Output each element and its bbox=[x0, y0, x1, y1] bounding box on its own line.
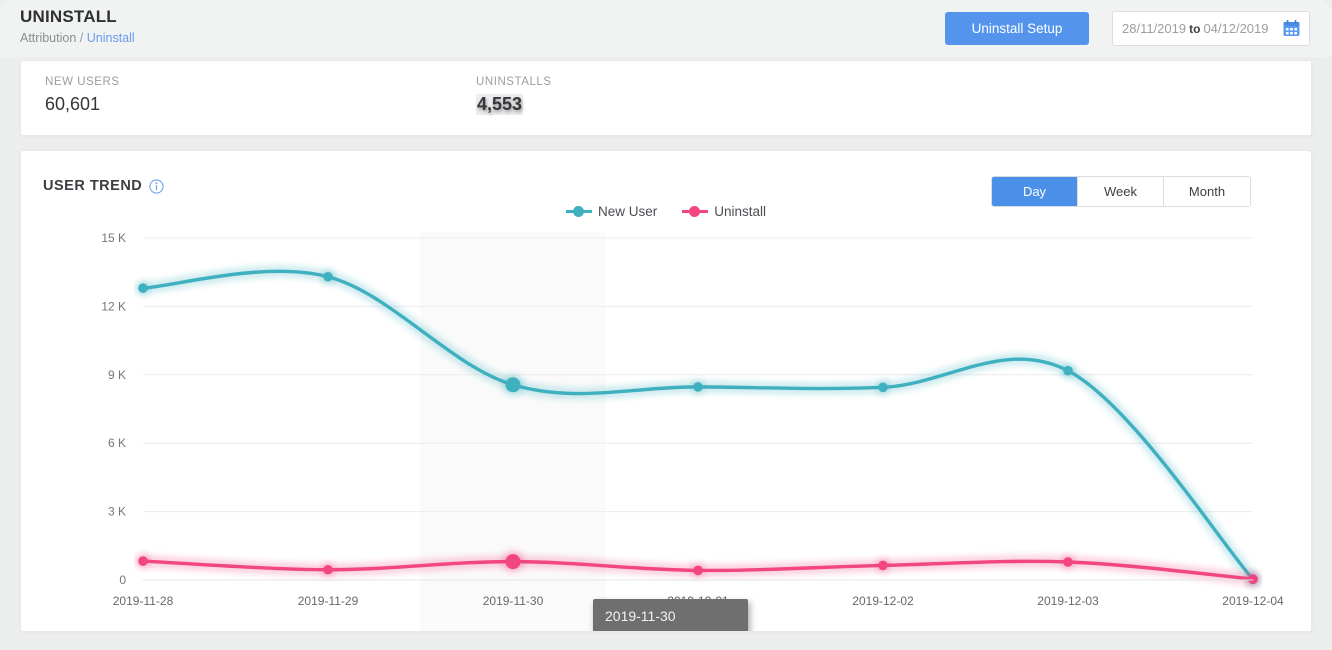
svg-text:12 K: 12 K bbox=[101, 299, 126, 313]
svg-text:2019-11-30: 2019-11-30 bbox=[483, 594, 544, 608]
uninstall-dashboard-page: UNINSTALL Attribution / Uninstall Uninst… bbox=[0, 0, 1332, 650]
tooltip-row-new-user: New User: 8,562 bbox=[605, 628, 736, 631]
breadcrumb: Attribution / Uninstall bbox=[20, 31, 135, 45]
chart-tooltip: 2019-11-30 New User: 8,562 Uninstall: 80… bbox=[593, 599, 748, 631]
chart-svg[interactable]: 0 3 K 6 K 9 K 12 K 15 K 2019-11-28 2019-11-29 20… bbox=[21, 151, 1312, 632]
metric-new-users[interactable]: NEW USERS 60,601 bbox=[45, 76, 120, 115]
calendar-icon[interactable] bbox=[1283, 20, 1300, 37]
svg-text:9 K: 9 K bbox=[108, 368, 126, 382]
metric-uninstalls[interactable]: UNINSTALLS 4,553 bbox=[476, 76, 552, 115]
metric-label: NEW USERS bbox=[45, 76, 120, 88]
breadcrumb-current[interactable]: Uninstall bbox=[87, 31, 135, 45]
svg-text:0: 0 bbox=[119, 573, 126, 587]
svg-text:2019-11-28: 2019-11-28 bbox=[113, 594, 174, 608]
user-trend-card: USER TREND Day Week Month New User Unins bbox=[20, 150, 1312, 632]
metric-label: UNINSTALLS bbox=[476, 76, 552, 88]
tooltip-text-new-user: New User: 8,562 bbox=[622, 628, 729, 631]
summary-card: NEW USERS 60,601 UNINSTALLS 4,553 bbox=[20, 60, 1312, 136]
svg-text:2019-11-29: 2019-11-29 bbox=[298, 594, 359, 608]
date-range-picker[interactable]: 28/11/2019 to 04/12/2019 bbox=[1112, 11, 1310, 46]
breadcrumb-separator: / bbox=[79, 31, 84, 45]
breadcrumb-parent[interactable]: Attribution bbox=[20, 31, 76, 45]
svg-text:2019-12-02: 2019-12-02 bbox=[852, 594, 914, 608]
page-header: UNINSTALL Attribution / Uninstall Uninst… bbox=[0, 0, 1332, 57]
date-range-start: 28/11/2019 bbox=[1122, 21, 1187, 36]
svg-text:6 K: 6 K bbox=[108, 436, 126, 450]
svg-text:2019-12-03: 2019-12-03 bbox=[1037, 594, 1099, 608]
metric-value: 60,601 bbox=[45, 94, 101, 114]
metric-value: 4,553 bbox=[476, 94, 524, 115]
tooltip-date: 2019-11-30 bbox=[605, 608, 676, 624]
header-titles: UNINSTALL Attribution / Uninstall bbox=[20, 7, 135, 45]
page-title: UNINSTALL bbox=[20, 7, 117, 26]
uninstall-setup-button[interactable]: Uninstall Setup bbox=[945, 12, 1089, 45]
date-range-joiner: to bbox=[1189, 21, 1201, 36]
date-range-end: 04/12/2019 bbox=[1203, 21, 1269, 36]
svg-text:3 K: 3 K bbox=[108, 505, 126, 519]
user-trend-plot[interactable]: 0 3 K 6 K 9 K 12 K 15 K 2019-11-28 2019-11-29 20… bbox=[21, 151, 1312, 632]
svg-text:2019-12-04: 2019-12-04 bbox=[1222, 594, 1284, 608]
svg-text:15 K: 15 K bbox=[101, 231, 126, 245]
